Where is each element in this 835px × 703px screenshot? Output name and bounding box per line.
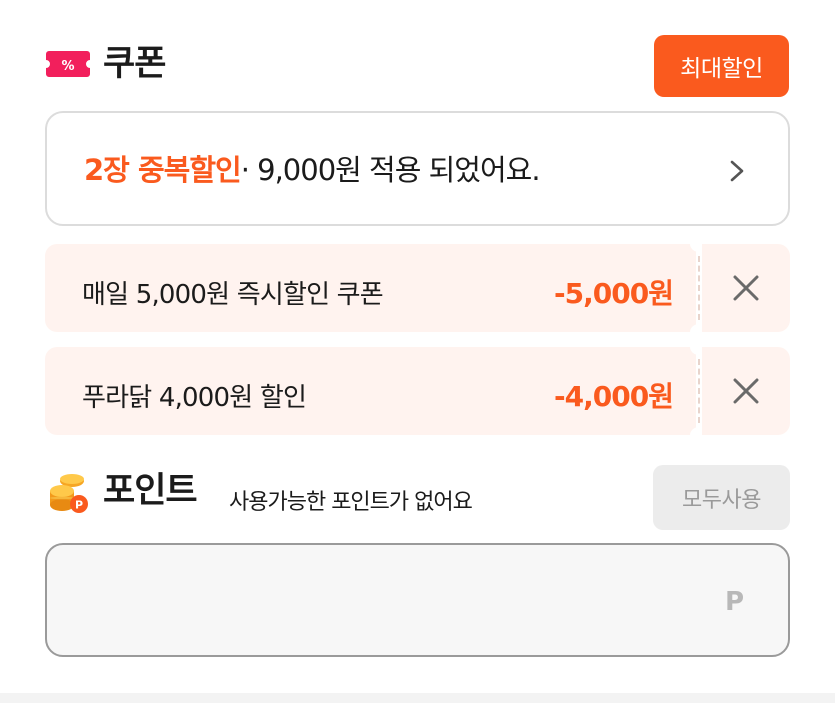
close-icon[interactable] [732,377,760,405]
svg-text:P: P [75,499,83,512]
coupon-summary-text: 2장 중복할인· 9,000원 적용 되었어요. [84,153,541,187]
coupon-item-amount: -5,000원 [554,277,674,310]
chevron-right-icon [730,160,744,182]
close-icon[interactable] [732,274,760,302]
svg-text:%: % [61,59,74,74]
coupon-ticket-icon: % [46,51,90,77]
coupon-item-amount: -4,000원 [554,380,674,413]
max-discount-button[interactable]: 최대할인 [654,35,789,97]
applied-coupon-item: 매일 5,000원 즉시할인 쿠폰 -5,000원 [45,236,790,340]
section-divider [0,693,835,703]
coupon-section-title: 쿠폰 [103,44,166,84]
coupon-divider [698,256,700,320]
coupon-summary-selector[interactable]: 2장 중복할인· 9,000원 적용 되었어요. [45,111,790,226]
coupon-item-name: 매일 5,000원 즉시할인 쿠폰 [82,280,384,310]
coupon-remove-area[interactable] [702,244,790,332]
coupon-item-name: 푸라닭 4,000원 할인 [82,383,307,413]
coupon-divider [698,359,700,423]
coupon-item-body: 푸라닭 4,000원 할인 -4,000원 [45,347,696,435]
coupon-item-body: 매일 5,000원 즉시할인 쿠폰 -5,000원 [45,244,696,332]
coupon-summary-highlight: 2장 중복할인 [84,153,242,187]
points-availability-text: 사용가능한 포인트가 없어요 [229,490,473,515]
applied-coupon-item: 푸라닭 4,000원 할인 -4,000원 [45,339,790,443]
points-input[interactable]: P [45,543,790,657]
points-unit-label: P [724,587,744,617]
use-all-points-button: 모두사용 [653,465,790,530]
coupon-remove-area[interactable] [702,347,790,435]
points-section-title: 포인트 [103,471,198,511]
coupon-summary-detail: · 9,000원 적용 되었어요. [240,153,541,187]
coin-stack-icon: P [50,474,88,513]
